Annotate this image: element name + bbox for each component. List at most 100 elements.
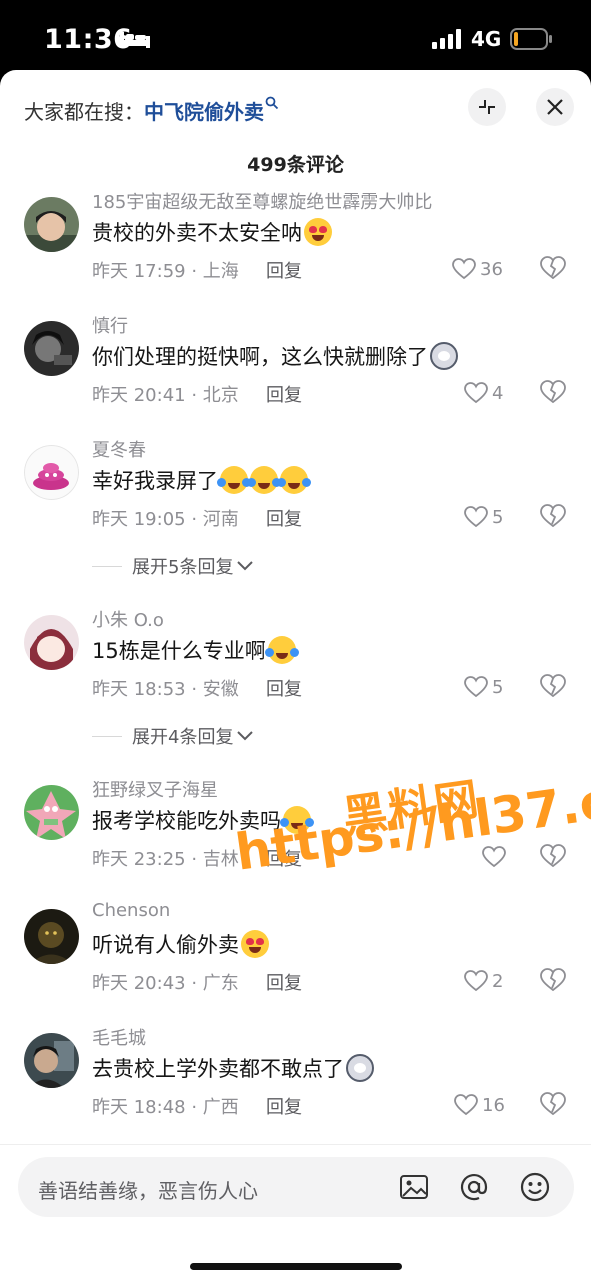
divider <box>92 735 122 737</box>
husky-emoji <box>346 1054 374 1082</box>
chevron-down-icon <box>237 561 254 571</box>
reply-button[interactable]: 回复 <box>266 1093 302 1119</box>
reply-button[interactable]: 回复 <box>266 845 302 871</box>
comment-item: 小朱 O.o 15栋是什么专业啊 昨天 18:53 · 安徽 回复 5 <box>0 603 591 723</box>
laugh-cry-emoji <box>247 466 281 494</box>
reply-button[interactable]: 回复 <box>266 381 302 407</box>
comment-item: 狂野绿叉子海星 报考学校能吃外卖吗 昨天 23:25 · 吉林 回复 <box>0 773 591 893</box>
avatar[interactable] <box>24 197 79 252</box>
comment-body: 听说有人偷外卖 <box>92 933 239 957</box>
dislike-icon[interactable] <box>540 968 566 992</box>
network-type: 4G <box>471 27 502 51</box>
comment-body: 幸好我录屏了 <box>92 469 218 493</box>
search-suggestion[interactable]: 大家都在搜：中飞院偷外卖 <box>24 96 279 125</box>
heart-icon <box>464 382 488 404</box>
avatar[interactable] <box>24 909 79 964</box>
comment-meta: 昨天 18:48 · 广西 <box>92 1097 239 1118</box>
avatar[interactable] <box>24 785 79 840</box>
sleep-mode-icon <box>120 32 150 48</box>
like-button[interactable]: 5 <box>464 674 503 700</box>
like-button[interactable]: 16 <box>454 1092 505 1118</box>
comment-username[interactable]: Chenson <box>92 900 170 921</box>
heart-icon <box>464 676 488 698</box>
comment-text: 贵校的外卖不太安全呐 <box>92 217 332 247</box>
heart-icon <box>454 1094 478 1116</box>
reply-button[interactable]: 回复 <box>266 257 302 283</box>
reply-button[interactable]: 回复 <box>266 675 302 701</box>
comment-body: 贵校的外卖不太安全呐 <box>92 221 302 245</box>
comment-input-bar: 善语结善缘，恶言伤人心 <box>0 1144 591 1280</box>
comment-username[interactable]: 185宇宙超级无敌至尊螺旋绝世霹雳大帅比 <box>92 188 432 214</box>
dislike-icon[interactable] <box>540 504 566 528</box>
laugh-cry-emoji <box>277 466 311 494</box>
expand-replies-label: 展开5条回复 <box>132 557 234 578</box>
laugh-cry-emoji <box>280 806 314 834</box>
chevron-down-icon <box>237 731 254 741</box>
comment-input[interactable]: 善语结善缘，恶言伤人心 <box>18 1157 574 1217</box>
comment-body: 去贵校上学外卖都不敢点了 <box>92 1057 344 1081</box>
comment-meta: 昨天 23:25 · 吉林 <box>92 849 239 870</box>
laugh-cry-emoji <box>264 636 299 664</box>
like-button[interactable]: 4 <box>464 380 503 406</box>
dislike-icon[interactable] <box>540 674 566 698</box>
search-prefix: 大家都在搜： <box>24 100 144 124</box>
heart-eyes-emoji <box>241 930 269 958</box>
mention-icon[interactable] <box>458 1171 490 1203</box>
expand-replies-button[interactable]: 展开5条回复 <box>92 551 392 581</box>
like-count: 4 <box>492 382 504 404</box>
comment-username[interactable]: 夏冬春 <box>92 436 146 462</box>
comment-input-placeholder: 善语结善缘，恶言伤人心 <box>38 1179 258 1203</box>
reply-button[interactable]: 回复 <box>266 969 302 995</box>
expand-replies-button[interactable]: 展开4条回复 <box>92 721 392 751</box>
comment-item: Chenson 听说有人偷外卖 昨天 20:43 · 广东 回复 2 <box>0 897 591 1017</box>
comment-text: 15栋是什么专业啊 <box>92 635 299 665</box>
like-button[interactable] <box>482 844 510 870</box>
comments-sheet: 大家都在搜：中飞院偷外卖 499条评论 185宇宙超级无敌至尊螺旋绝世霹雳大帅比… <box>0 70 591 1280</box>
reply-button[interactable]: 回复 <box>266 505 302 531</box>
comment-username[interactable]: 小朱 O.o <box>92 606 164 632</box>
home-indicator[interactable] <box>190 1263 402 1270</box>
like-count: 16 <box>482 1094 505 1116</box>
comment-item: 慎行 你们处理的挺快啊，这么快就删除了 昨天 20:41 · 北京 回复 4 <box>0 309 591 429</box>
comment-text: 报考学校能吃外卖吗 <box>92 805 314 835</box>
avatar[interactable] <box>24 615 79 670</box>
search-keyword[interactable]: 中飞院偷外卖 <box>144 100 264 124</box>
like-button[interactable]: 5 <box>464 504 503 530</box>
avatar[interactable] <box>24 321 79 376</box>
comment-username[interactable]: 慎行 <box>92 312 128 338</box>
comment-item: 185宇宙超级无敌至尊螺旋绝世霹雳大帅比 贵校的外卖不太安全呐 昨天 17:59… <box>0 185 591 305</box>
heart-icon <box>482 846 506 868</box>
heart-eyes-emoji <box>304 218 332 246</box>
comment-body: 15栋是什么专业啊 <box>92 639 266 663</box>
dislike-icon[interactable] <box>540 380 566 404</box>
comment-count: 499条评论 <box>247 154 344 176</box>
avatar[interactable] <box>24 445 79 500</box>
battery-icon <box>510 28 552 50</box>
like-count: 36 <box>480 258 503 280</box>
dislike-icon[interactable] <box>540 256 566 280</box>
like-button[interactable]: 2 <box>464 968 503 994</box>
heart-icon <box>464 506 488 528</box>
close-button[interactable] <box>536 88 574 126</box>
comment-text: 去贵校上学外卖都不敢点了 <box>92 1053 374 1083</box>
image-icon[interactable] <box>398 1171 430 1203</box>
status-bar: 11:36 4G <box>0 0 591 70</box>
comment-item: 毛毛城 去贵校上学外卖都不敢点了 昨天 18:48 · 广西 回复 16 <box>0 1021 591 1141</box>
emoji-icon[interactable] <box>519 1171 551 1203</box>
dislike-icon[interactable] <box>540 844 566 868</box>
comment-username[interactable]: 狂野绿叉子海星 <box>92 776 218 802</box>
comment-meta: 昨天 20:41 · 北京 <box>92 385 239 406</box>
like-count: 5 <box>492 676 504 698</box>
collapse-icon <box>479 100 495 114</box>
comment-meta: 昨天 20:43 · 广东 <box>92 973 239 994</box>
collapse-button[interactable] <box>468 88 506 126</box>
comment-list[interactable]: 185宇宙超级无敌至尊螺旋绝世霹雳大帅比 贵校的外卖不太安全呐 昨天 17:59… <box>0 185 591 1145</box>
comment-text: 听说有人偷外卖 <box>92 929 269 959</box>
divider <box>92 565 122 567</box>
comment-body: 报考学校能吃外卖吗 <box>92 809 281 833</box>
avatar[interactable] <box>24 1033 79 1088</box>
comment-username[interactable]: 毛毛城 <box>92 1024 146 1050</box>
heart-icon <box>464 970 488 992</box>
dislike-icon[interactable] <box>540 1092 566 1116</box>
like-button[interactable]: 36 <box>452 256 503 282</box>
